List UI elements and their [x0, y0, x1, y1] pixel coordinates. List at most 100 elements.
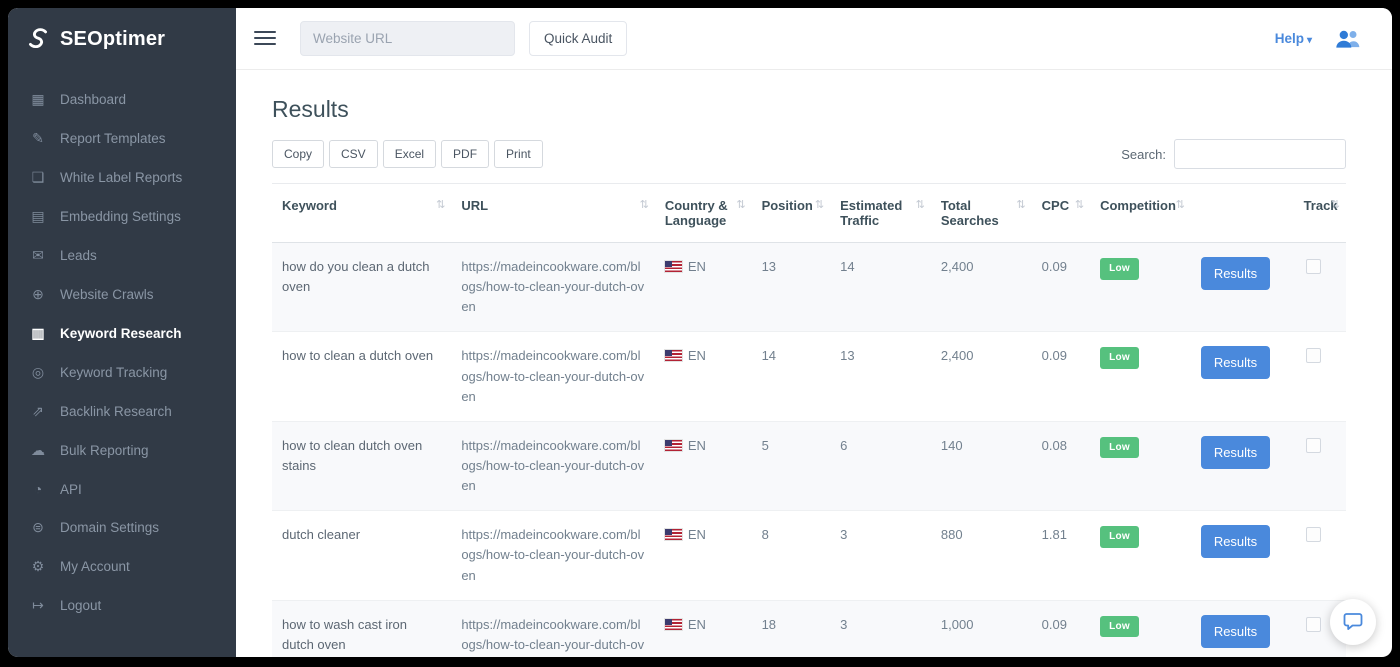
track-checkbox[interactable] [1306, 438, 1321, 453]
column-header[interactable]: Estimated Traffic ⇅ [830, 184, 931, 243]
keyword-cell: how to clean dutch oven stains [272, 421, 451, 510]
country-language-cell: EN [655, 332, 752, 421]
domain-settings-icon: ⊜ [28, 519, 48, 536]
brand[interactable]: SEOptimer [8, 8, 236, 70]
website-url-input[interactable] [300, 21, 515, 56]
sidebar-item-label: Website Crawls [60, 287, 154, 302]
competition-badge: Low [1100, 526, 1139, 548]
sidebar-item-api[interactable]: ◔ API [8, 470, 236, 508]
sort-icon[interactable]: ⇅ [640, 198, 649, 211]
cpc-cell: 0.08 [1032, 421, 1090, 510]
sidebar-item-label: My Account [60, 559, 130, 574]
competition-badge: Low [1100, 616, 1139, 638]
us-flag-icon [665, 440, 682, 451]
sort-icon[interactable]: ⇅ [916, 198, 925, 211]
column-header[interactable]: ⇅ [1191, 184, 1294, 243]
search-input[interactable] [1174, 139, 1346, 169]
sidebar-item-label: Embedding Settings [60, 209, 181, 224]
track-checkbox[interactable] [1306, 617, 1321, 632]
pdf-export-button[interactable]: PDF [441, 140, 489, 168]
sort-icon[interactable]: ⇅ [815, 198, 824, 211]
column-header[interactable]: Keyword ⇅ [272, 184, 451, 243]
estimated-traffic-cell: 6 [830, 421, 931, 510]
sidebar-item-logout[interactable]: ↦ Logout [8, 586, 236, 625]
results-button[interactable]: Results [1201, 525, 1270, 558]
position-cell: 18 [752, 600, 831, 657]
keyword-cell: how to wash cast iron dutch oven [272, 600, 451, 657]
total-searches-cell: 140 [931, 421, 1032, 510]
sidebar-item-label: Dashboard [60, 92, 126, 107]
results-table-header-row: Keyword ⇅ URL ⇅ Country & Language ⇅ Pos… [272, 184, 1346, 243]
track-checkbox[interactable] [1306, 527, 1321, 542]
column-header[interactable]: Track ⇅ [1294, 184, 1346, 243]
sort-icon[interactable]: ⇅ [736, 198, 745, 211]
keyword-cell: how to clean a dutch oven [272, 332, 451, 421]
sidebar-item-white-label-reports[interactable]: ❏ White Label Reports [8, 158, 236, 197]
column-header[interactable]: Position ⇅ [752, 184, 831, 243]
sort-icon[interactable]: ⇅ [1016, 198, 1025, 211]
sidebar-item-label: White Label Reports [60, 170, 182, 185]
leads-icon: ✉ [28, 247, 48, 264]
topbar: Quick Audit Help▾ [236, 8, 1392, 70]
help-menu[interactable]: Help▾ [1275, 31, 1312, 46]
table-row: dutch cleaner https://madeincookware.com… [272, 511, 1346, 600]
keyword-cell: how do you clean a dutch oven [272, 243, 451, 332]
quick-audit-button[interactable]: Quick Audit [529, 21, 627, 56]
position-cell: 5 [752, 421, 831, 510]
dashboard-icon: ▦ [28, 91, 48, 108]
results-button[interactable]: Results [1201, 436, 1270, 469]
sidebar-item-bulk-reporting[interactable]: ☁ Bulk Reporting [8, 431, 236, 470]
sidebar-item-keyword-tracking[interactable]: ◎ Keyword Tracking [8, 353, 236, 392]
sidebar-item-embedding-settings[interactable]: ▤ Embedding Settings [8, 197, 236, 236]
column-header[interactable]: Competition ⇅ [1090, 184, 1191, 243]
column-header[interactable]: URL ⇅ [451, 184, 655, 243]
results-button[interactable]: Results [1201, 257, 1270, 290]
sort-icon[interactable]: ⇅ [1176, 198, 1185, 211]
export-buttons: Copy CSV Excel PDF Print [272, 140, 543, 168]
sidebar-item-my-account[interactable]: ⚙ My Account [8, 547, 236, 586]
column-header[interactable]: Country & Language ⇅ [655, 184, 752, 243]
users-icon[interactable] [1334, 29, 1364, 49]
column-header[interactable]: Total Searches ⇅ [931, 184, 1032, 243]
sort-icon[interactable]: ⇅ [1075, 198, 1084, 211]
csv-export-button[interactable]: CSV [329, 140, 378, 168]
copy-export-button[interactable]: Copy [272, 140, 324, 168]
sidebar-item-backlink-research[interactable]: ⇗ Backlink Research [8, 392, 236, 431]
sidebar-item-label: Keyword Tracking [60, 365, 167, 380]
api-icon: ◔ [28, 481, 48, 497]
sidebar-item-keyword-research[interactable]: ▥ Keyword Research [8, 314, 236, 353]
chat-widget-button[interactable] [1330, 599, 1376, 645]
track-checkbox[interactable] [1306, 348, 1321, 363]
brand-name: SEOptimer [60, 28, 165, 51]
sort-icon[interactable]: ⇅ [1331, 198, 1340, 211]
chevron-down-icon: ▾ [1307, 35, 1312, 46]
sort-icon[interactable]: ⇅ [436, 198, 445, 211]
report-templates-icon: ✎ [28, 130, 48, 147]
competition-badge: Low [1100, 258, 1139, 280]
sidebar-item-label: API [60, 482, 82, 497]
page-title: Results [272, 96, 1346, 123]
action-cell: Results [1191, 243, 1294, 332]
print-export-button[interactable]: Print [494, 140, 543, 168]
sidebar-item-label: Leads [60, 248, 97, 263]
results-button[interactable]: Results [1201, 346, 1270, 379]
estimated-traffic-cell: 13 [830, 332, 931, 421]
sidebar-item-report-templates[interactable]: ✎ Report Templates [8, 119, 236, 158]
sidebar-item-domain-settings[interactable]: ⊜ Domain Settings [8, 508, 236, 547]
column-header[interactable]: CPC ⇅ [1032, 184, 1090, 243]
action-cell: Results [1191, 332, 1294, 421]
main-content: Results Copy CSV Excel PDF Print Search: [236, 70, 1392, 657]
hamburger-menu-icon[interactable] [254, 31, 276, 46]
country-language-cell: EN [655, 600, 752, 657]
sidebar-item-leads[interactable]: ✉ Leads [8, 236, 236, 275]
track-cell [1294, 243, 1346, 332]
competition-cell: Low [1090, 600, 1191, 657]
excel-export-button[interactable]: Excel [383, 140, 436, 168]
bulk-reporting-icon: ☁ [28, 442, 48, 459]
sidebar-item-dashboard[interactable]: ▦ Dashboard [8, 80, 236, 119]
track-checkbox[interactable] [1306, 259, 1321, 274]
sidebar: SEOptimer ▦ Dashboard ✎ Report Templates… [8, 8, 236, 657]
results-button[interactable]: Results [1201, 615, 1270, 648]
sidebar-item-website-crawls[interactable]: ⊕ Website Crawls [8, 275, 236, 314]
estimated-traffic-cell: 3 [830, 600, 931, 657]
